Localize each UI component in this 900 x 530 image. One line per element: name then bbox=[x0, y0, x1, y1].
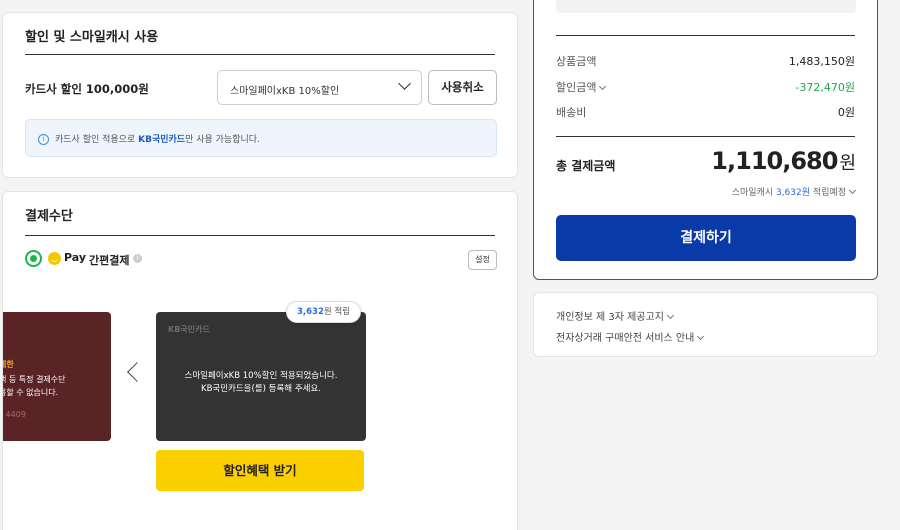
card-message: KB국민카드을(를) 등록해 주세요. bbox=[201, 384, 321, 394]
total-amount-unit: 원 bbox=[839, 153, 856, 174]
help-icon[interactable]: i bbox=[133, 254, 142, 263]
setting-button[interactable]: 설정 bbox=[468, 250, 497, 270]
easy-pay-radio[interactable] bbox=[25, 250, 42, 267]
points-badge: 3,632원 적립 bbox=[286, 301, 362, 323]
chevron-down-icon bbox=[848, 186, 857, 195]
card-number: * 4409 bbox=[3, 410, 26, 419]
chevron-down-icon bbox=[666, 311, 674, 320]
total-label: 총 결제금액 bbox=[556, 159, 616, 173]
discount-select-value: 스마일페이xKB 10%할인 bbox=[230, 86, 340, 97]
product-amount-value: 1,483,150원 bbox=[788, 55, 855, 68]
total-amount: 1,110,680 원 bbox=[711, 147, 856, 175]
card-warning-text: 제한 bbox=[3, 360, 14, 369]
info-text-prefix: 카드사 할인 적용으로 bbox=[55, 135, 139, 145]
order-summary-panel: 상품금액 1,483,150원 할인금액 -372,470원 배송비 0원 총 … bbox=[533, 0, 878, 280]
cash-note-prefix: 스마일캐시 bbox=[731, 188, 776, 198]
discount-amount-row[interactable]: 할인금액 -372,470원 bbox=[556, 79, 855, 95]
discount-amount-value: -372,470원 bbox=[795, 81, 855, 94]
section-divider bbox=[556, 35, 855, 36]
chevron-down-icon bbox=[398, 77, 411, 90]
total-amount-value: 1,110,680 bbox=[711, 147, 838, 175]
info-card-name: KB국민카드 bbox=[138, 135, 186, 145]
pay-logo-text: Pay bbox=[64, 251, 87, 264]
info-text-suffix: 만 사용 가능합니다. bbox=[185, 135, 260, 145]
previous-card[interactable]: 제한 택 등 특정 결제수단 용할 수 없습니다. * 4409 bbox=[2, 312, 111, 441]
shipping-value: 0원 bbox=[837, 106, 855, 119]
carousel-prev-arrow-icon[interactable] bbox=[127, 362, 147, 382]
discount-select[interactable]: 스마일페이xKB 10%할인 bbox=[217, 70, 422, 105]
privacy-notice-text: 개인정보 제 3자 제공고지 bbox=[556, 312, 664, 323]
cash-note-value: 3,632원 bbox=[775, 188, 811, 198]
discount-panel: 할인 및 스마일캐시 사용 카드사 할인 100,000원 스마일페이xKB 1… bbox=[2, 12, 518, 178]
card-message: 스마일페이xKB 10%할인 적용되었습니다. bbox=[184, 371, 338, 381]
notice-panel: 개인정보 제 3자 제공고지 전자상거래 구매안전 서비스 안내 bbox=[533, 292, 878, 357]
smile-icon bbox=[48, 251, 61, 265]
checkout-button[interactable]: 결제하기 bbox=[556, 215, 856, 261]
section-divider bbox=[25, 54, 495, 55]
card-discount-label: 카드사 할인 100,000원 bbox=[25, 82, 149, 96]
chevron-down-icon bbox=[599, 82, 607, 91]
cash-note-suffix: 적립예정 bbox=[810, 188, 846, 198]
shipping-label: 배송비 bbox=[556, 106, 587, 119]
section-divider bbox=[25, 235, 495, 236]
privacy-notice-link[interactable]: 개인정보 제 3자 제공고지 bbox=[556, 308, 674, 323]
easy-pay-label: 간편결제 bbox=[89, 254, 130, 267]
safe-service-link[interactable]: 전자상거래 구매안전 서비스 안내 bbox=[556, 329, 705, 344]
payment-panel: 결제수단 Pay 간편결제 i 설정 제한 택 등 특정 결제수단 용할 수 없… bbox=[2, 191, 518, 530]
discount-amount-label: 할인금액 bbox=[556, 81, 597, 94]
selected-card[interactable]: KB국민카드 스마일페이xKB 10%할인 적용되었습니다. KB국민카드을(를… bbox=[156, 312, 366, 441]
get-benefit-button[interactable]: 할인혜택 받기 bbox=[156, 450, 364, 491]
card-brand: KB국민카드 bbox=[168, 325, 210, 334]
cancel-discount-button[interactable]: 사용취소 bbox=[428, 70, 497, 105]
card-restriction-line: 택 등 특정 결제수단 bbox=[2, 375, 66, 384]
shipping-row: 배송비 0원 bbox=[556, 104, 855, 120]
points-suffix: 원 적립 bbox=[323, 307, 351, 317]
safe-service-text: 전자상거래 구매안전 서비스 안내 bbox=[556, 333, 695, 344]
smile-pay-logo: Pay bbox=[48, 251, 86, 265]
summary-top-box bbox=[556, 0, 856, 13]
product-amount-row: 상품금액 1,483,150원 bbox=[556, 53, 855, 69]
info-icon: i bbox=[38, 134, 49, 145]
smile-cash-note[interactable]: 스마일캐시 3,632원 적립예정 bbox=[731, 185, 857, 198]
discount-info-box: i 카드사 할인 적용으로 KB국민카드만 사용 가능합니다. bbox=[25, 119, 497, 157]
section-divider bbox=[556, 136, 855, 137]
card-restriction-line: 용할 수 없습니다. bbox=[2, 388, 59, 397]
payment-section-title: 결제수단 bbox=[25, 209, 73, 224]
product-amount-label: 상품금액 bbox=[556, 55, 597, 68]
discount-section-title: 할인 및 스마일캐시 사용 bbox=[25, 30, 159, 45]
points-value: 3,632 bbox=[297, 307, 324, 317]
chevron-down-icon bbox=[697, 332, 705, 341]
